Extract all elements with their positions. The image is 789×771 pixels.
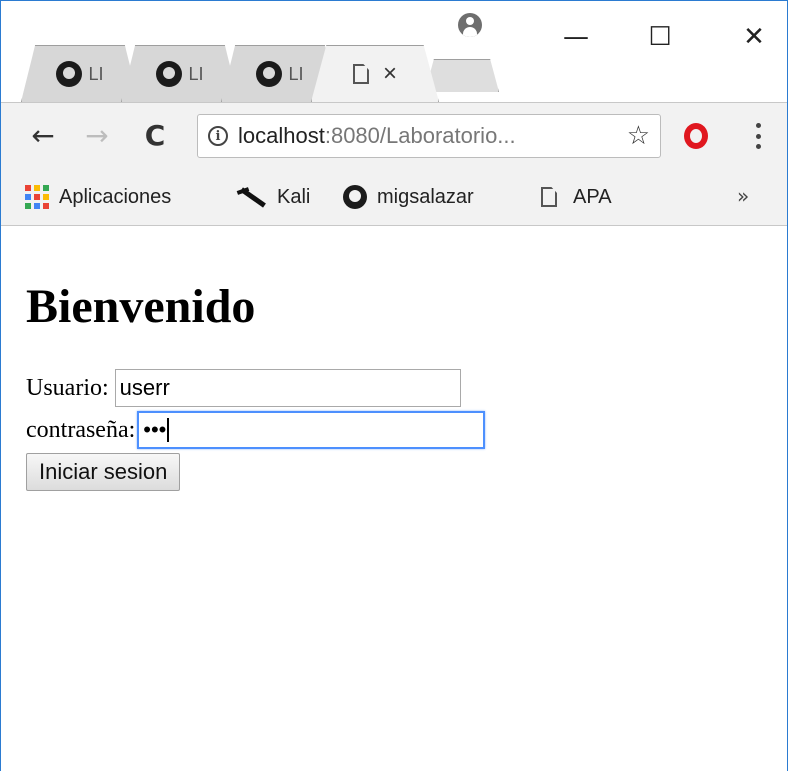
apps-grid-square [25, 185, 31, 191]
password-input[interactable]: ••• [137, 411, 486, 449]
page-icon [352, 64, 369, 84]
info-icon[interactable]: i [208, 126, 228, 146]
browser-window: LI LI LI × — ☐ ✕ ← → C i localhost:8080/… [0, 0, 788, 771]
password-value: ••• [143, 417, 167, 442]
bookmark-label: Kali [277, 185, 311, 208]
username-row: Usuario: userr [26, 367, 766, 409]
login-button[interactable]: Iniciar sesion [26, 453, 181, 491]
apps-grid-square [25, 203, 31, 209]
forward-button[interactable]: → [79, 117, 115, 153]
password-label: contraseña: [26, 416, 136, 443]
kali-icon [237, 185, 267, 209]
page-title: Bienvenido [26, 280, 256, 333]
apps-grid-square [34, 194, 40, 200]
github-icon [56, 61, 83, 87]
bookmark-migsalazar[interactable]: migsalazar [343, 182, 474, 212]
bookmarks-bar: Aplicaciones Kali migsalazar APA » [1, 168, 787, 226]
page-content: Bienvenido Usuario: userr contraseña: ••… [26, 225, 766, 491]
tab-strip: LI LI LI × — ☐ ✕ [1, 1, 787, 102]
page-icon [541, 187, 557, 207]
apps-grid-icon [25, 185, 49, 209]
minimize-button[interactable]: — [554, 15, 598, 59]
bookmark-kali[interactable]: Kali [237, 182, 310, 212]
bookmarks-overflow-icon[interactable]: » [737, 184, 749, 208]
text-caret [167, 418, 170, 442]
password-row: contraseña: ••• [26, 409, 766, 451]
github-icon [343, 185, 367, 209]
apps-grid-square [43, 185, 49, 191]
back-button[interactable]: ← [25, 117, 61, 153]
apps-grid-square [34, 203, 40, 209]
opera-extension-icon[interactable] [684, 123, 708, 149]
tab-label: LI [288, 63, 304, 84]
tab-close-icon[interactable]: × [383, 60, 397, 88]
address-bar[interactable]: i localhost:8080/Laboratorio... ☆ [197, 114, 661, 158]
bookmark-apa[interactable]: APA [541, 182, 612, 212]
apps-grid-square [43, 194, 49, 200]
maximize-button[interactable]: ☐ [638, 15, 682, 59]
username-value: userr [119, 375, 170, 400]
github-icon [256, 61, 283, 87]
browser-toolbar: ← → C i localhost:8080/Laboratorio... ☆ [1, 102, 787, 169]
profile-icon[interactable] [458, 13, 482, 37]
browser-menu-icon[interactable] [753, 123, 763, 149]
tab-label: LI [88, 63, 104, 84]
apps-grid-square [34, 185, 40, 191]
login-form: Usuario: userr contraseña: ••• Iniciar s… [26, 367, 766, 491]
new-tab-button[interactable] [425, 59, 499, 92]
bookmark-star-icon[interactable]: ☆ [627, 121, 650, 151]
close-window-button[interactable]: ✕ [732, 15, 776, 59]
username-label: Usuario: [26, 374, 109, 401]
bookmark-label: migsalazar [377, 185, 474, 208]
reload-button[interactable]: C [137, 117, 173, 153]
url-rest: :8080/Laboratorio... [324, 123, 516, 148]
github-icon [156, 61, 183, 87]
bookmark-label: Aplicaciones [59, 185, 172, 208]
tab-label: LI [188, 63, 204, 84]
tab-2[interactable]: LI [121, 45, 239, 102]
bookmark-label: APA [573, 185, 612, 208]
url-text[interactable]: localhost:8080/Laboratorio... [238, 123, 516, 149]
username-input[interactable]: userr [114, 369, 461, 407]
apps-grid-square [25, 194, 31, 200]
url-host: localhost [238, 123, 325, 148]
tab-1[interactable]: LI [21, 45, 139, 102]
bookmark-aplicaciones[interactable]: Aplicaciones [25, 182, 171, 212]
tab-active[interactable]: × [311, 45, 439, 102]
apps-grid-square [43, 203, 49, 209]
